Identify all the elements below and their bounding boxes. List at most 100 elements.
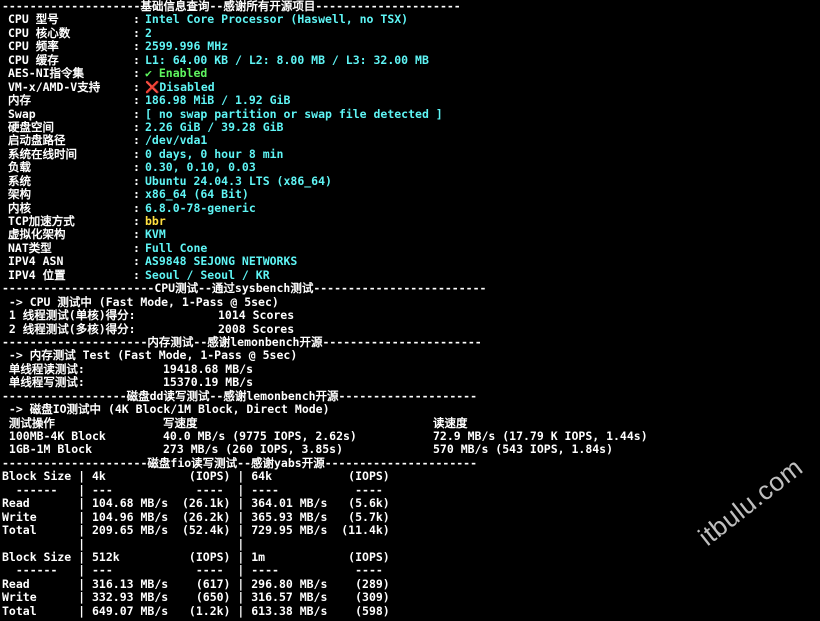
dd-col-write: 写速度 bbox=[163, 415, 198, 430]
info-value: 2599.996 MHz bbox=[145, 39, 229, 54]
info-colon: : bbox=[133, 187, 140, 202]
info-colon: : bbox=[133, 200, 140, 215]
info-row: 启动盘路径: /dev/vda1 bbox=[2, 133, 820, 148]
info-value: Intel Core Processor (Haswell, no TSX) bbox=[145, 12, 409, 27]
info-key: 内核 bbox=[8, 200, 31, 215]
cpu-score-label: 1 线程测试(单核)得分: bbox=[2, 308, 136, 323]
cpu-score-list: 1 线程测试(单核)得分: 1014 Scores 2 线程测试(多核)得分: 20… bbox=[2, 308, 820, 336]
disk-dd-subtitle: -> 磁盘IO测试中 (4K Block/1M Block, Direct Mo… bbox=[2, 402, 330, 417]
info-colon: : bbox=[133, 214, 140, 228]
disk-dd-row: 100MB-4K Block 40.0 MB/s (9775 IOPS, 2.62… bbox=[2, 429, 820, 443]
info-key: 硬盘空间 bbox=[8, 119, 54, 134]
info-value: 0.30, 0.10, 0.03 bbox=[145, 160, 256, 175]
fio-table-line: ------ | --- ---- | ---- ---- bbox=[2, 482, 383, 497]
memory-result-label: 单线程写测试: bbox=[2, 375, 85, 390]
info-colon: : bbox=[133, 267, 140, 282]
memory-result-row: 单线程读测试: 19418.68 MB/s bbox=[2, 361, 820, 376]
info-colon: : bbox=[133, 146, 140, 161]
fio-table-line: ------ | --- ---- | ---- ---- bbox=[2, 563, 383, 578]
info-value: 186.98 MiB / 1.92 GiB bbox=[145, 93, 291, 108]
info-key: 内存 bbox=[8, 93, 31, 108]
info-colon: : bbox=[133, 66, 140, 81]
dd-read: 570 MB/s (543 IOPS, 1.84s) bbox=[433, 442, 614, 457]
info-row: IPV4 ASN: AS9848 SEJONG NETWORKS bbox=[2, 254, 820, 269]
info-value: ❌Disabled bbox=[145, 79, 215, 94]
info-colon: : bbox=[133, 106, 140, 121]
info-row: AES-NI指令集: ✔ Enabled bbox=[2, 66, 820, 81]
fio-table-line: Read | 104.68 MB/s (26.1k) | 364.01 MB/s… bbox=[2, 496, 390, 511]
info-key: VM-x/AMD-V支持 bbox=[8, 79, 101, 94]
info-row: IPV4 位置: Seoul / Seoul / KR bbox=[2, 267, 820, 282]
memory-test-subtitle: -> 内存测试 Test (Fast Mode, 1-Pass @ 5sec) bbox=[2, 348, 298, 363]
basic-info-header: --------------------基础信息查询--感谢所有开源项目----… bbox=[2, 0, 461, 13]
dd-read: 72.9 MB/s (17.79 K IOPS, 1.44s) bbox=[433, 429, 648, 443]
info-key: 架构 bbox=[8, 187, 31, 202]
memory-result-label: 单线程读测试: bbox=[2, 361, 85, 376]
cpu-score-label: 2 线程测试(多核)得分: bbox=[2, 321, 136, 336]
cpu-score-row: 1 线程测试(单核)得分: 1014 Scores bbox=[2, 308, 820, 323]
info-row: VM-x/AMD-V支持: ❌Disabled bbox=[2, 79, 820, 94]
info-value: /dev/vda1 bbox=[145, 133, 208, 148]
dd-op: 100MB-4K Block bbox=[2, 429, 106, 443]
disk-fio-table: Block Size | 4k (IOPS) | 64k (IOPS) ----… bbox=[2, 469, 820, 618]
info-key: AES-NI指令集 bbox=[8, 66, 85, 81]
info-row: CPU 核心数:2 bbox=[2, 25, 820, 40]
info-colon: : bbox=[133, 173, 140, 188]
disk-fio-header: ---------------------磁盘fio读写测试--感谢yabs开源… bbox=[2, 455, 478, 470]
disk-dd-result-list: 100MB-4K Block 40.0 MB/s (9775 IOPS, 2.62… bbox=[2, 429, 820, 457]
fio-table-line: Write | 104.96 MB/s (26.2k) | 365.93 MB/… bbox=[2, 509, 390, 524]
info-row: TCP加速方式: bbr bbox=[2, 214, 820, 228]
cpu-test-header: ----------------------CPU测试--通过sysbench测… bbox=[2, 281, 487, 296]
cpu-test-subtitle: -> CPU 测试中 (Fast Mode, 1-Pass @ 5sec) bbox=[2, 294, 279, 309]
info-colon: : bbox=[133, 52, 140, 67]
info-value: AS9848 SEJONG NETWORKS bbox=[145, 254, 298, 269]
info-key: 系统在线时间 bbox=[8, 146, 77, 161]
memory-result-row: 单线程写测试: 15370.19 MB/s bbox=[2, 375, 820, 390]
info-value: [ no swap partition or swap file detecte… bbox=[145, 106, 443, 121]
info-value: 2 bbox=[145, 25, 152, 40]
info-key: TCP加速方式 bbox=[8, 214, 75, 228]
memory-result-value: 19418.68 MB/s bbox=[163, 361, 254, 376]
info-value: L1: 64.00 KB / L2: 8.00 MB / L3: 32.00 M… bbox=[145, 52, 429, 67]
info-key: Swap bbox=[8, 106, 36, 121]
info-row: 内核:6.8.0-78-generic bbox=[2, 200, 820, 215]
info-row: 负载:0.30, 0.10, 0.03 bbox=[2, 160, 820, 175]
cpu-score-row: 2 线程测试(多核)得分: 2008 Scores bbox=[2, 321, 820, 336]
info-colon: : bbox=[133, 160, 140, 175]
info-row: CPU 频率:2599.996 MHz bbox=[2, 39, 820, 54]
info-row: 内存:186.98 MiB / 1.92 GiB bbox=[2, 93, 820, 108]
info-colon: : bbox=[133, 133, 140, 148]
dd-write: 273 MB/s (260 IOPS, 3.85s) bbox=[163, 442, 344, 457]
memory-result-list: 单线程读测试: 19418.68 MB/s 单线程写测试: 15370.19 MB/… bbox=[2, 361, 820, 390]
dd-write: 40.0 MB/s (9775 IOPS, 2.62s) bbox=[163, 429, 357, 443]
info-colon: : bbox=[133, 227, 140, 242]
fio-table-line: Block Size | 512k (IOPS) | 1m (IOPS) bbox=[2, 549, 390, 564]
memory-result-value: 15370.19 MB/s bbox=[163, 375, 254, 390]
basic-info-list: CPU 型号: Intel Core Processor (Haswell, no… bbox=[2, 12, 820, 282]
disk-dd-row: 1GB-1M Block 273 MB/s (260 IOPS, 3.85s) 57… bbox=[2, 442, 820, 457]
fio-table-line: Block Size | 4k (IOPS) | 64k (IOPS) bbox=[2, 469, 390, 484]
dd-col-op: 测试操作 bbox=[2, 415, 55, 430]
info-value: Seoul / Seoul / KR bbox=[145, 267, 270, 282]
info-key: CPU 频率 bbox=[8, 39, 59, 54]
info-key: 启动盘路径 bbox=[8, 133, 66, 148]
memory-test-header: ---------------------内存测试--感谢lemonbench开… bbox=[2, 334, 482, 349]
fio-table-line: | | bbox=[2, 536, 245, 551]
info-key: IPV4 位置 bbox=[8, 267, 66, 282]
info-colon: : bbox=[133, 240, 140, 255]
info-key: NAT类型 bbox=[8, 240, 52, 255]
info-colon: : bbox=[133, 93, 140, 108]
info-row: 虚拟化架构: KVM bbox=[2, 227, 820, 242]
info-value: ✔ Enabled bbox=[145, 66, 208, 81]
info-row: 系统: Ubuntu 24.04.3 LTS (x86_64) bbox=[2, 173, 820, 188]
fio-table-line: Write | 332.93 MB/s (650) | 316.57 MB/s … bbox=[2, 590, 390, 605]
dd-op: 1GB-1M Block bbox=[2, 442, 93, 457]
info-row: 系统在线时间:0 days, 0 hour 8 min bbox=[2, 146, 820, 161]
info-key: IPV4 ASN bbox=[8, 254, 64, 269]
info-value: x86_64 (64 Bit) bbox=[145, 187, 249, 202]
info-value: KVM bbox=[145, 227, 166, 242]
info-key: 系统 bbox=[8, 173, 31, 188]
disk-dd-column-headers: 测试操作 写速度 读速度 bbox=[2, 415, 820, 430]
info-colon: : bbox=[133, 12, 140, 27]
info-value: Ubuntu 24.04.3 LTS (x86_64) bbox=[145, 173, 332, 188]
